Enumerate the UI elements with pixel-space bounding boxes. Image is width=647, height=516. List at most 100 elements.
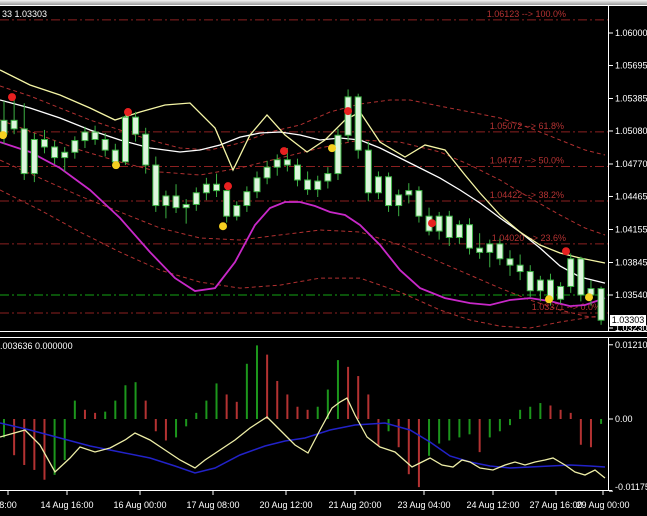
candle: [445, 215, 453, 238]
time-tick-label: 27 Aug 16:00: [529, 500, 582, 510]
candle: [415, 190, 423, 217]
price-tick-label: 1.05385: [615, 93, 647, 103]
sell-signal-dot: [8, 93, 16, 102]
candle: [486, 243, 494, 253]
upper-pane: 1.06123 --> 100.0% 1.05072 --> 61.8% 1.047…: [0, 9, 608, 329]
time-tick-label: 24 Aug 12:00: [466, 500, 519, 510]
time-tick-label: 16 Aug 00:00: [113, 500, 166, 510]
price-tick-label: 1.04770: [615, 159, 647, 169]
candle: [435, 215, 443, 232]
candle: [293, 164, 301, 181]
ohlc-info-label: 33 1.03303: [2, 9, 48, 19]
window-title-strip[interactable]: [0, 0, 647, 5]
candle: [71, 140, 79, 153]
band-lower-outer: [0, 189, 606, 329]
buy-signal-dot: [112, 161, 120, 170]
candle: [324, 173, 332, 182]
candle: [334, 134, 342, 175]
time-tick-label: 8:00: [0, 500, 17, 510]
candle: [233, 205, 241, 217]
sell-signal-dot: [562, 247, 570, 256]
candle: [81, 131, 89, 142]
candle: [253, 177, 261, 193]
buy-signal-dot: [545, 295, 553, 304]
fib-label: 1.06123 --> 100.0%: [487, 9, 566, 19]
candle: [172, 195, 180, 209]
candle: [395, 194, 403, 207]
price-tick-label: 1.04465: [615, 191, 647, 201]
candle: [202, 183, 210, 194]
candle: [314, 180, 322, 191]
candle: [374, 176, 382, 194]
sell-signal-dot: [344, 107, 352, 116]
sell-signal-dot: [124, 108, 132, 117]
candle: [536, 279, 544, 292]
price-tick-label: 1.05695: [615, 60, 647, 70]
candle: [385, 176, 393, 207]
candle: [364, 149, 372, 194]
candle: [304, 179, 312, 191]
candle: [192, 192, 200, 205]
candle: [283, 159, 291, 166]
candle: [557, 285, 565, 300]
candle: [40, 139, 48, 148]
candle: [476, 247, 484, 253]
candle: [132, 116, 140, 135]
candle: [506, 258, 514, 266]
candle: [405, 190, 413, 196]
time-tick-label: 21 Aug 20:00: [328, 500, 381, 510]
candle: [213, 183, 221, 192]
sell-signal-dot: [224, 182, 232, 191]
time-tick-label: 20 Aug 12:00: [259, 500, 312, 510]
sell-signal-dot: [428, 219, 436, 228]
indicator-tick-label: 0.01210: [615, 340, 647, 350]
signal-line: [0, 422, 606, 474]
current-price-box: 1.03303: [610, 315, 646, 326]
indicator-tick-label: -0.01175: [615, 482, 647, 492]
candle: [516, 264, 524, 273]
trading-chart-window: 1.06123 --> 100.0% 1.05072 --> 61.8% 1.047…: [0, 0, 647, 516]
candle: [152, 164, 160, 207]
candle: [243, 191, 251, 207]
candle: [526, 271, 534, 292]
time-tick-label: 23 Aug 04:00: [397, 500, 450, 510]
candle: [121, 116, 129, 163]
lower-pane: [0, 345, 606, 488]
candle: [263, 166, 271, 179]
candle: [91, 131, 99, 140]
candle: [30, 139, 38, 175]
time-tick-label: 29 Aug 00:00: [576, 500, 629, 510]
chart-canvas[interactable]: 1.06123 --> 100.0% 1.05072 --> 61.8% 1.047…: [0, 0, 647, 516]
candle: [101, 139, 109, 151]
candle: [567, 258, 575, 287]
candle: [354, 96, 362, 151]
candle: [162, 195, 170, 207]
price-tick-label: 1.06000: [615, 28, 647, 38]
candle: [10, 119, 18, 130]
buy-signal-dot: [328, 144, 336, 153]
candle: [577, 258, 585, 296]
price-tick-label: 1.03540: [615, 290, 647, 300]
band-upper-inner: [0, 119, 606, 236]
candle: [142, 133, 150, 166]
fib-label: 1.04422 --> 38.2%: [490, 190, 564, 200]
pane-separator[interactable]: [0, 331, 647, 338]
buy-signal-dot: [585, 293, 593, 302]
candle: [273, 159, 281, 168]
candle: [223, 190, 231, 217]
candle: [111, 149, 119, 163]
price-tick-label: 1.05080: [615, 126, 647, 136]
candle: [496, 243, 504, 260]
price-tick-label: 1.04155: [615, 224, 647, 234]
fib-label: 1.05072 --> 61.8%: [490, 121, 564, 131]
candle: [20, 128, 28, 175]
fib-label: 1.04747 --> 50.0%: [490, 155, 564, 165]
candle: [455, 224, 463, 238]
sell-signal-dot: [280, 147, 288, 156]
indicator-tick-label: 0.00: [615, 414, 633, 424]
time-tick-label: 17 Aug 08:00: [186, 500, 239, 510]
candle: [597, 288, 605, 321]
candle: [61, 151, 69, 159]
time-tick-label: 14 Aug 16:00: [40, 500, 93, 510]
candle: [51, 146, 59, 159]
